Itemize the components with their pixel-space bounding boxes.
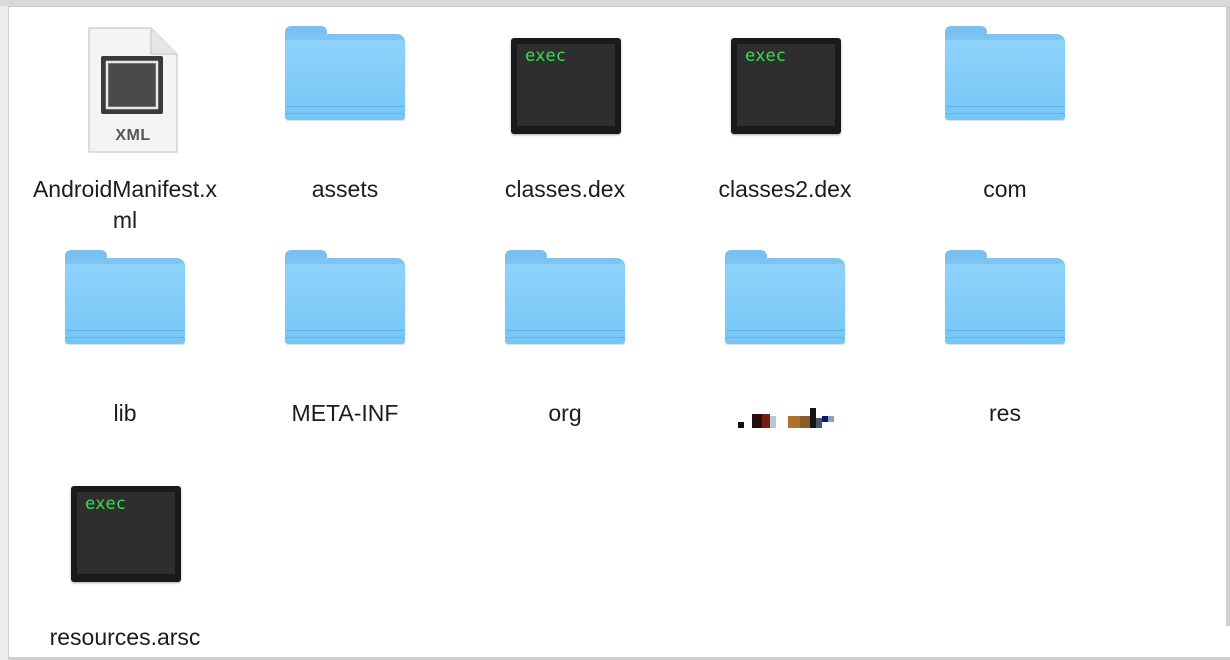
redacted-folder-name [730,408,840,432]
folder-item-res[interactable]: res [895,234,1115,429]
xml-badge: XML [115,127,151,144]
folder-item-meta-inf[interactable]: META-INF [235,234,455,429]
file-item-classes-dex[interactable]: exec classes.dex [455,10,675,205]
folder-icon [285,26,405,126]
finder-window: XML AndroidManifest.x ml assets exec cla… [0,0,1230,660]
folder-item-com[interactable]: com [895,10,1115,205]
folder-name-label: META-INF [291,400,399,426]
file-name-label: classes.dex [504,176,626,202]
folder-item-redacted[interactable] [675,234,895,432]
folder-icon [945,250,1065,350]
file-item-resources-arsc[interactable]: exec resources.arsc [15,458,235,653]
folder-item-assets[interactable]: assets [235,10,455,205]
window-top-edge [0,0,1230,7]
scrollbar[interactable] [1226,6,1230,626]
window-left-edge [0,6,9,660]
exec-terminal-icon: exec [71,486,181,582]
exec-badge: exec [525,46,566,66]
folder-item-lib[interactable]: lib [15,234,235,429]
exec-terminal-icon: exec [731,38,841,134]
folder-icon [505,250,625,350]
folder-icon [945,26,1065,126]
exec-badge: exec [745,46,786,66]
folder-icon [285,250,405,350]
file-name-label: resources.arsc [49,624,201,650]
file-item-classes2-dex[interactable]: exec classes2.dex [675,10,895,205]
folder-name-label: assets [311,176,379,202]
file-item-androidmanifest[interactable]: XML AndroidManifest.x ml [15,10,235,236]
file-name-label: classes2.dex [718,176,852,202]
folder-name-label: org [548,400,582,426]
folder-name-label: res [989,400,1021,426]
folder-icon [725,250,845,350]
exec-terminal-icon: exec [511,38,621,134]
xml-document-icon: XML [87,26,179,154]
folder-item-org[interactable]: org [455,234,675,429]
folder-icon [65,250,185,350]
folder-name-label: com [983,176,1027,202]
exec-badge: exec [85,494,126,514]
file-name-label: AndroidManifest.x ml [32,176,218,233]
folder-name-label: lib [113,400,137,426]
